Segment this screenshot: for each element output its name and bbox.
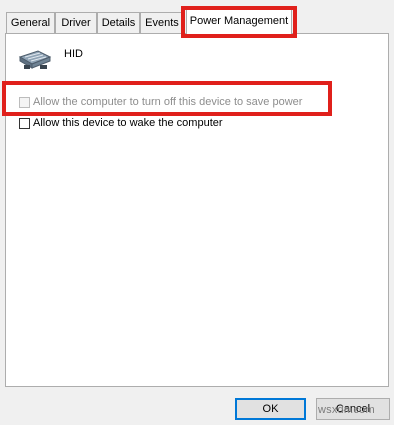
ok-button[interactable]: OK xyxy=(235,398,306,420)
highlight-box-turn-off-option xyxy=(2,81,332,116)
allow-wake-checkbox[interactable] xyxy=(19,117,30,129)
allow-wake-label: Allow this device to wake the computer xyxy=(33,117,223,129)
allow-wake-option[interactable]: Allow this device to wake the computer xyxy=(19,116,223,130)
keyboard-device-icon xyxy=(18,45,52,73)
tab-details[interactable]: Details xyxy=(97,12,140,33)
device-name: HID xyxy=(64,48,83,60)
highlight-box-power-management-tab xyxy=(181,6,297,38)
tab-events[interactable]: Events xyxy=(140,12,184,33)
watermark-text: wsxdn.com xyxy=(318,404,375,416)
tab-driver[interactable]: Driver xyxy=(55,12,97,33)
tab-general[interactable]: General xyxy=(6,12,55,33)
